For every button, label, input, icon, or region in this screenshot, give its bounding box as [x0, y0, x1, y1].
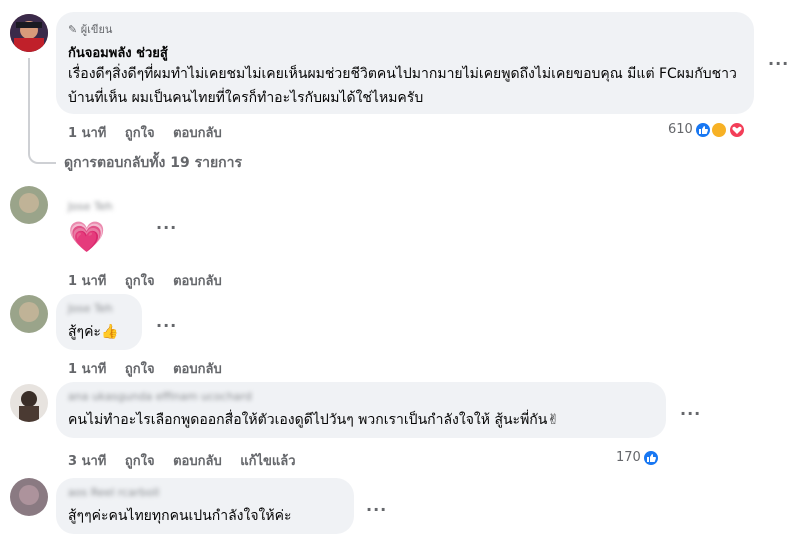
more-options-icon[interactable]: ···	[156, 316, 177, 335]
like-button[interactable]: ถูกใจ	[125, 274, 155, 289]
avatar-image	[10, 478, 48, 516]
comment-text: เรื่องดีๆสิ่งดีๆที่ผมทำไม่เคยชมไม่เคยเห็…	[68, 66, 737, 106]
like-button[interactable]: ถูกใจ	[125, 362, 155, 377]
reply-button[interactable]: ตอบกลับ	[173, 274, 222, 289]
comment-text: คนไม่ทำอะไรเลือกพูดออกสื่อให้ตัวเองดูดีไ…	[68, 412, 560, 428]
comment-bubble: ✎ ผู้เขียน กันจอมพลัง ช่วยสู้ เรื่องดีๆส…	[56, 12, 754, 114]
like-button[interactable]: ถูกใจ	[125, 126, 155, 141]
like-button[interactable]: ถูกใจ	[125, 454, 155, 469]
care-reaction-icon	[710, 121, 728, 139]
avatar-image	[10, 384, 48, 422]
more-options-icon[interactable]: ···	[156, 218, 177, 237]
thread-connector	[28, 58, 56, 164]
comment-bubble: ana ukasgunda effinam ucochard คนไม่ทำอะ…	[56, 382, 666, 438]
comment-author[interactable]: Jose Teh	[68, 302, 113, 315]
avatar[interactable]	[10, 295, 48, 333]
reply-button[interactable]: ตอบกลับ	[173, 362, 222, 377]
heart-emoji: 💗	[68, 220, 106, 255]
author-badge: ✎ ผู้เขียน	[68, 23, 113, 36]
comment-author[interactable]: Jose Teh	[68, 200, 113, 213]
reply-button[interactable]: ตอบกลับ	[173, 126, 222, 141]
avatar-image	[10, 186, 48, 224]
avatar[interactable]	[10, 14, 48, 52]
more-options-icon[interactable]: ···	[680, 404, 701, 423]
more-options-icon[interactable]: ···	[366, 500, 387, 519]
more-options-icon[interactable]: ···	[768, 54, 789, 73]
comment-time[interactable]: 1 นาที	[68, 126, 106, 141]
comment-actions: 1 นาที ถูกใจ ตอบกลับ	[68, 122, 236, 143]
comment-text: สู้ๆๆค่ะคนไทยทุกคนเปนกำลังใจให้ค่ะ	[68, 508, 292, 524]
avatar[interactable]	[10, 186, 48, 224]
comment-text: สู้ๆค่ะ👍	[68, 324, 119, 340]
comment-time[interactable]: 1 นาที	[68, 274, 106, 289]
comment-bubble: aos Reel rcarboll สู้ๆๆค่ะคนไทยทุกคนเปนก…	[56, 478, 354, 534]
comment-bubble: Jose Teh สู้ๆค่ะ👍	[56, 294, 142, 350]
reaction-count[interactable]: 610	[668, 122, 693, 137]
comment-author[interactable]: กันจอมพลัง ช่วยสู้	[68, 42, 168, 63]
reaction-count[interactable]: 170	[616, 450, 641, 465]
avatar[interactable]	[10, 384, 48, 422]
comment-author[interactable]: ana ukasgunda effinam ucochard	[68, 390, 252, 403]
avatar-image	[10, 14, 48, 52]
comment-author[interactable]: aos Reel rcarboll	[68, 486, 159, 499]
comment-time[interactable]: 3 นาที	[68, 454, 106, 469]
comment-actions: 3 นาที ถูกใจ ตอบกลับ แก้ไขแล้ว	[68, 450, 310, 471]
pencil-icon: ✎	[68, 23, 78, 36]
reply-button[interactable]: ตอบกลับ	[173, 454, 222, 469]
love-reaction-icon	[728, 121, 746, 139]
like-reaction-icon	[642, 449, 660, 467]
comment-actions: 1 นาที ถูกใจ ตอบกลับ	[68, 358, 236, 379]
avatar-image	[10, 295, 48, 333]
comment-actions: 1 นาที ถูกใจ ตอบกลับ	[68, 270, 236, 291]
edited-label: แก้ไขแล้ว	[240, 454, 296, 469]
view-replies-link[interactable]: ดูการตอบกลับทั้ง 19 รายการ	[64, 152, 242, 174]
avatar[interactable]	[10, 478, 48, 516]
comment-time[interactable]: 1 นาที	[68, 362, 106, 377]
